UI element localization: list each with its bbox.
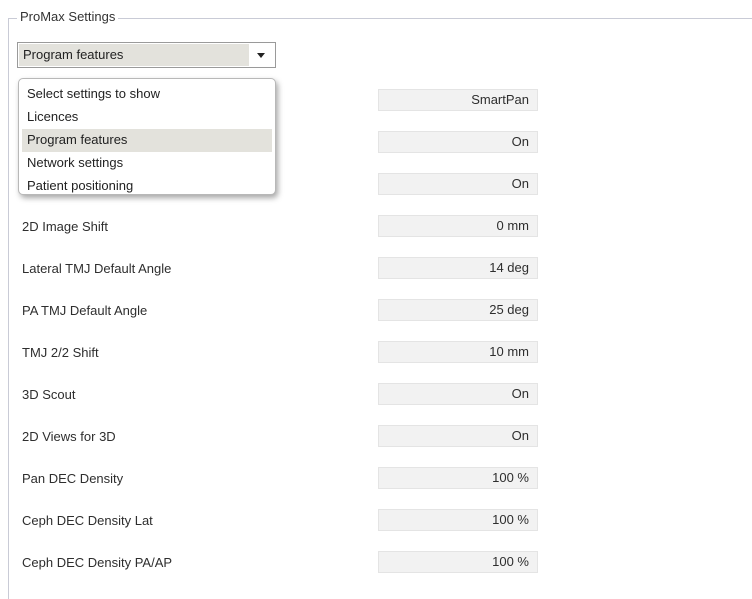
setting-label: TMJ 2/2 Shift xyxy=(22,345,99,360)
setting-value-field[interactable]: 25 deg xyxy=(378,299,538,321)
setting-value-field[interactable]: On xyxy=(378,131,538,153)
setting-value-field[interactable]: On xyxy=(378,383,538,405)
setting-value-field[interactable]: 0 mm xyxy=(378,215,538,237)
dropdown-option-select-settings[interactable]: Select settings to show xyxy=(22,83,272,106)
setting-label: Pan DEC Density xyxy=(22,471,124,486)
setting-label: Lateral TMJ Default Angle xyxy=(22,261,172,276)
setting-value-field[interactable]: SmartPan xyxy=(378,89,538,111)
chevron-down-icon[interactable] xyxy=(257,53,265,58)
dropdown-option-licences[interactable]: Licences xyxy=(22,106,272,129)
setting-value-field[interactable]: 14 deg xyxy=(378,257,538,279)
setting-value-field[interactable]: On xyxy=(378,425,538,447)
setting-value-field[interactable]: On xyxy=(378,173,538,195)
dropdown-option-network-settings[interactable]: Network settings xyxy=(22,152,272,175)
setting-value-field[interactable]: 100 % xyxy=(378,509,538,531)
dropdown-option-patient-positioning[interactable]: Patient positioning xyxy=(22,175,272,198)
setting-label: Ceph DEC Density Lat xyxy=(22,513,153,528)
setting-label: 2D Image Shift xyxy=(22,219,108,234)
setting-value-field[interactable]: 100 % xyxy=(378,467,538,489)
setting-value-field[interactable]: 10 mm xyxy=(378,341,538,363)
settings-category-dropdown: Select settings to show Licences Program… xyxy=(18,78,276,195)
setting-label: PA TMJ Default Angle xyxy=(22,303,148,318)
dropdown-option-program-features[interactable]: Program features xyxy=(22,129,272,152)
setting-label: Ceph DEC Density PA/AP xyxy=(22,555,173,570)
setting-label: 2D Views for 3D xyxy=(22,429,116,444)
settings-category-select[interactable]: Program features xyxy=(17,42,276,68)
group-title: ProMax Settings xyxy=(17,9,119,24)
setting-label: 3D Scout xyxy=(22,387,76,402)
settings-category-value: Program features xyxy=(19,44,249,66)
setting-value-field[interactable]: 100 % xyxy=(378,551,538,573)
